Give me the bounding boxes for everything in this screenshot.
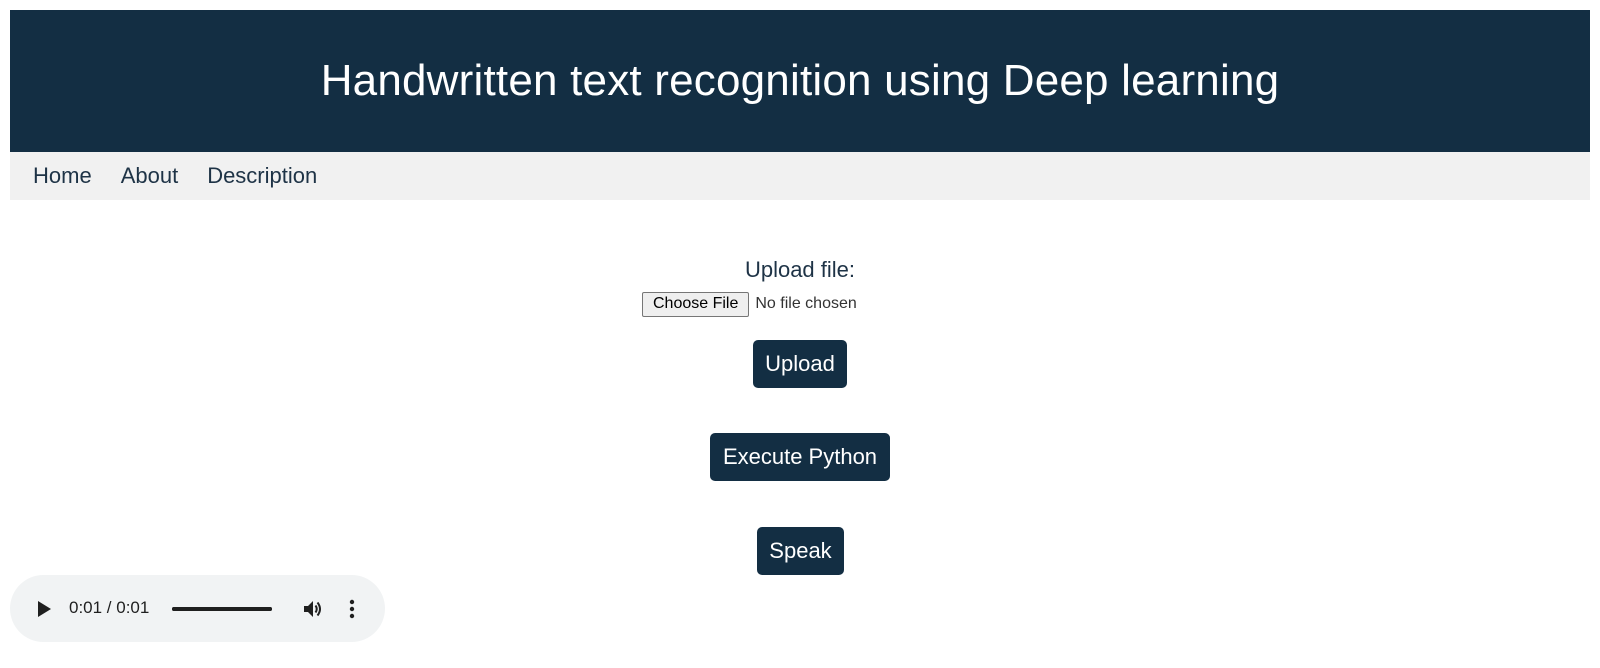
volume-icon[interactable] — [301, 597, 325, 621]
page: Handwritten text recognition using Deep … — [0, 0, 1600, 668]
speak-button[interactable]: Speak — [757, 527, 844, 575]
site-header: Handwritten text recognition using Deep … — [10, 10, 1590, 152]
top-navbar: Home About Description — [10, 152, 1590, 200]
play-icon[interactable] — [36, 600, 52, 618]
nav-link-description[interactable]: Description — [207, 163, 317, 189]
audio-time-display: 0:01 / 0:01 — [69, 598, 150, 617]
file-input[interactable]: Choose File No file chosen — [642, 291, 857, 317]
page-title: Handwritten text recognition using Deep … — [320, 56, 1280, 105]
more-vert-icon[interactable] — [347, 597, 357, 621]
choose-file-button[interactable]: Choose File — [642, 291, 750, 317]
nav-link-home[interactable]: Home — [33, 163, 92, 189]
file-status-text: No file chosen — [755, 295, 857, 312]
audio-seek-bar[interactable] — [172, 607, 272, 611]
audio-player: 0:01 / 0:01 — [10, 575, 385, 642]
audio-seek-progress — [172, 607, 272, 611]
upload-button[interactable]: Upload — [753, 340, 847, 388]
upload-file-label: Upload file: — [744, 257, 856, 282]
nav-link-about[interactable]: About — [121, 163, 179, 189]
execute-python-button[interactable]: Execute Python — [710, 433, 890, 481]
